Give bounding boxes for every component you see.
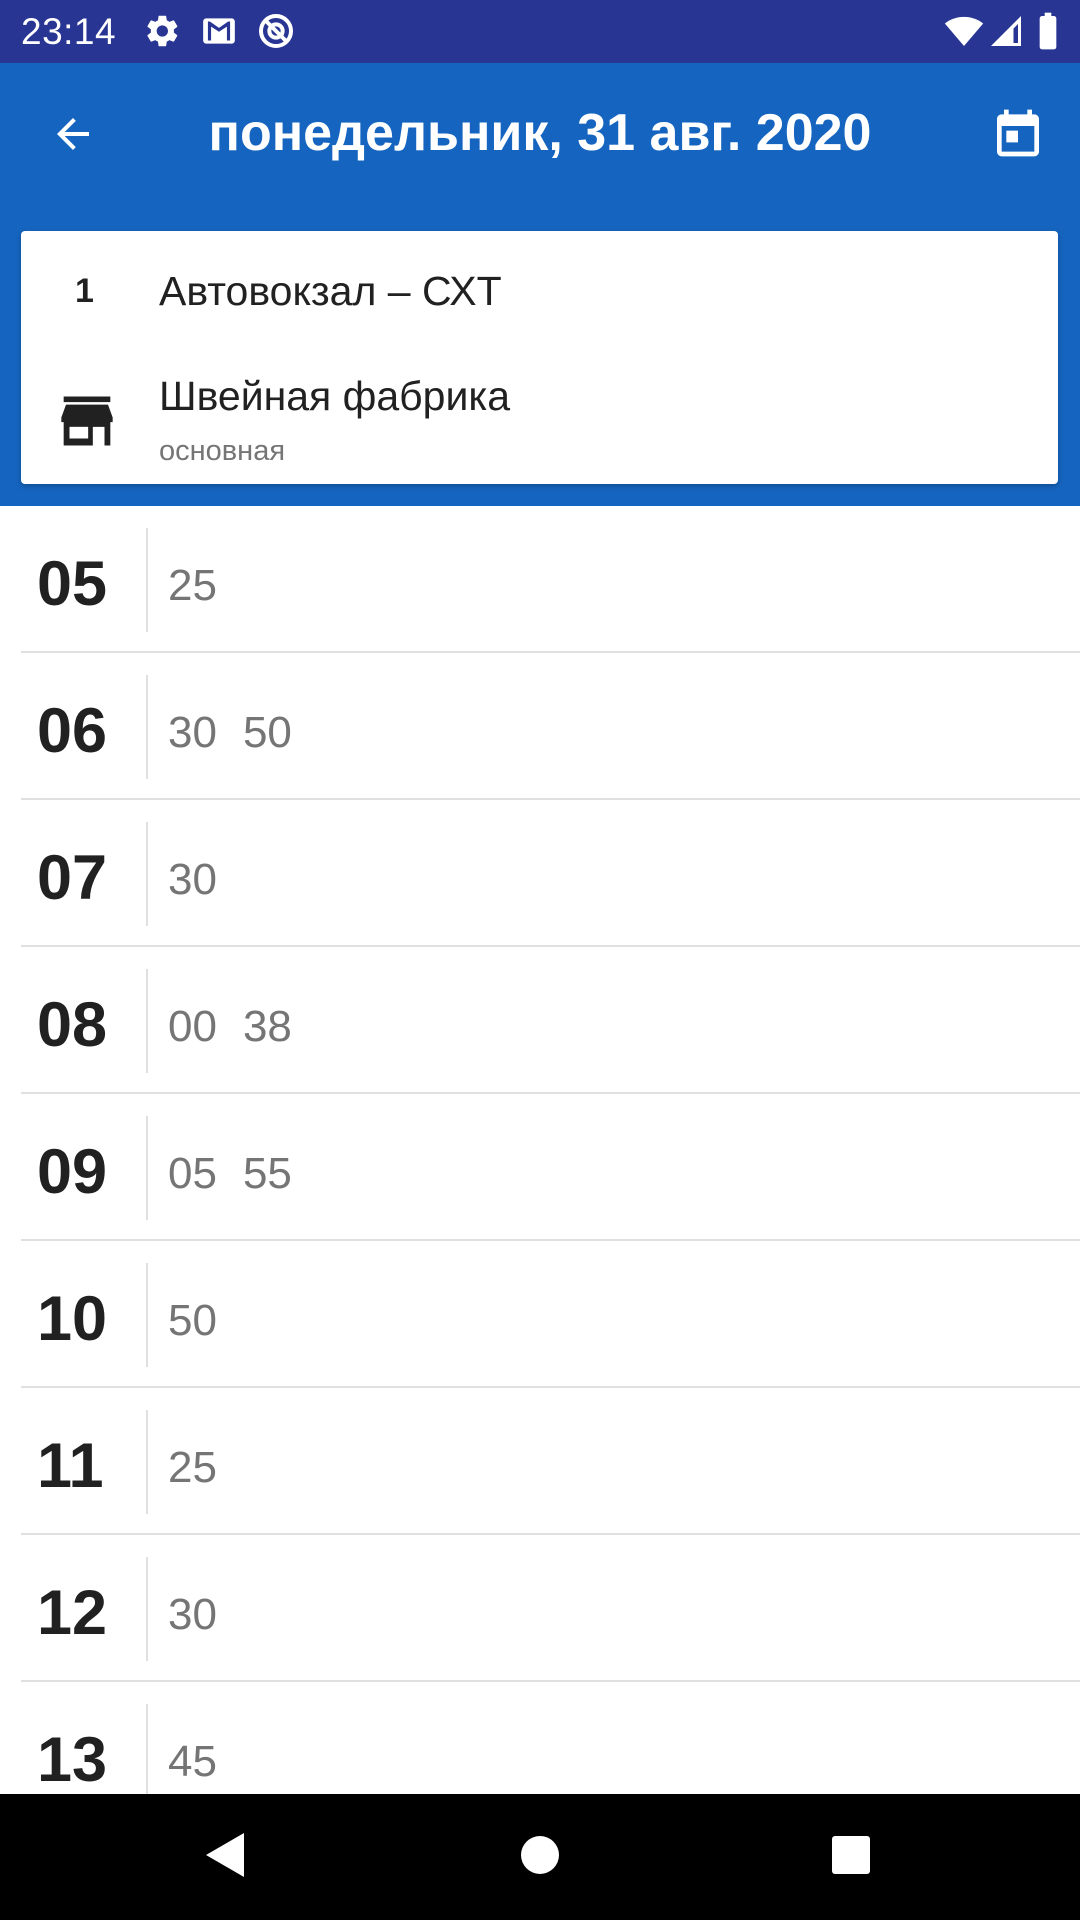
hour-label: 13: [37, 1725, 108, 1794]
battery-icon: [1036, 11, 1060, 56]
hour-label: 10: [37, 1284, 108, 1354]
departure-minute[interactable]: 30: [168, 852, 217, 908]
departure-minute[interactable]: 38: [243, 999, 292, 1055]
hour-label: 06: [37, 696, 108, 766]
minutes-list: 30: [168, 1587, 217, 1643]
departure-minute[interactable]: 55: [243, 1146, 292, 1202]
gmail-icon: [200, 11, 238, 56]
hour-row: 10 50: [0, 1241, 1080, 1388]
back-button[interactable]: [38, 101, 108, 171]
hour-label: 12: [37, 1578, 108, 1648]
hour-row: 07 30: [0, 800, 1080, 947]
route-name: Автовокзал – СХТ: [159, 268, 502, 314]
hour-label: 07: [37, 843, 108, 913]
stop-subtitle: основная: [159, 435, 286, 467]
nav-recents-button[interactable]: [816, 1822, 886, 1892]
minutes-list: 30 50: [168, 705, 292, 761]
hour-label: 09: [37, 1137, 108, 1207]
hour-row: 08 00 38: [0, 947, 1080, 1094]
hour-row: 06 30 50: [0, 653, 1080, 800]
minutes-list: 25: [168, 1440, 217, 1496]
departure-minute[interactable]: 25: [168, 1440, 217, 1496]
status-bar: 23:14: [0, 0, 1080, 63]
departure-minute[interactable]: 05: [168, 1146, 217, 1202]
stop-name: Швейная фабрика: [159, 373, 511, 419]
departure-minute[interactable]: 50: [243, 705, 292, 761]
minutes-list: 05 55: [168, 1146, 292, 1202]
nav-back-button[interactable]: [190, 1822, 260, 1892]
signal-icon: [988, 11, 1024, 56]
calendar-button[interactable]: [980, 98, 1055, 173]
divider: [146, 528, 148, 632]
calendar-icon: [990, 105, 1046, 166]
page-title: понедельник, 31 авг. 2020: [208, 104, 872, 162]
minutes-list: 00 38: [168, 999, 292, 1055]
hour-row: 09 05 55: [0, 1094, 1080, 1241]
wifi-icon: [944, 11, 984, 56]
sync-icon: [256, 11, 296, 56]
departure-minute[interactable]: 30: [168, 1587, 217, 1643]
divider: [146, 1410, 148, 1514]
route-card[interactable]: 1 Автовокзал – СХТ Швейная фабрика основ…: [21, 231, 1058, 484]
hour-label: 11: [37, 1431, 104, 1501]
divider: [146, 1704, 148, 1794]
hour-label: 05: [37, 549, 108, 619]
hour-row: 11 25: [0, 1388, 1080, 1535]
hour-row: 13 45: [0, 1682, 1080, 1794]
back-triangle-icon: [202, 1831, 248, 1884]
departure-minute[interactable]: 25: [168, 558, 217, 614]
navigation-bar: [0, 1794, 1080, 1920]
store-icon: [59, 396, 115, 446]
departure-minute[interactable]: 00: [168, 999, 217, 1055]
departure-minute[interactable]: 30: [168, 705, 217, 761]
route-number: 1: [75, 272, 94, 310]
home-circle-icon: [519, 1834, 561, 1881]
divider: [146, 1116, 148, 1220]
settings-icon: [142, 11, 182, 56]
schedule-list[interactable]: 05 25 06 30 50 07 30 08 00 38 09 05 55 1…: [0, 506, 1080, 1794]
status-time: 23:14: [21, 11, 117, 52]
divider: [146, 675, 148, 779]
divider: [146, 969, 148, 1073]
divider: [146, 1263, 148, 1367]
hour-label: 08: [37, 990, 108, 1060]
app-bar: понедельник, 31 авг. 2020 1 Автовокзал –…: [0, 63, 1080, 506]
nav-home-button[interactable]: [505, 1822, 575, 1892]
minutes-list: 45: [168, 1734, 217, 1790]
hour-row: 05 25: [0, 506, 1080, 653]
departure-minute[interactable]: 50: [168, 1293, 217, 1349]
recents-square-icon: [830, 1834, 872, 1881]
divider: [146, 822, 148, 926]
arrow-back-icon: [49, 110, 97, 163]
minutes-list: 25: [168, 558, 217, 614]
minutes-list: 30: [168, 852, 217, 908]
hour-row: 12 30: [0, 1535, 1080, 1682]
divider: [146, 1557, 148, 1661]
minutes-list: 50: [168, 1293, 217, 1349]
departure-minute[interactable]: 45: [168, 1734, 217, 1790]
